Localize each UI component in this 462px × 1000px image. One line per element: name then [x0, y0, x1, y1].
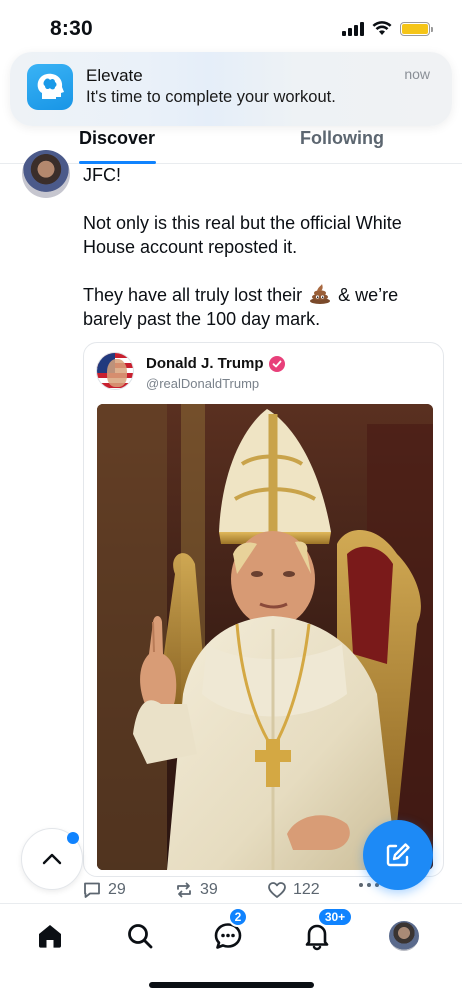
status-icons — [342, 21, 433, 36]
heart-icon — [268, 882, 286, 898]
battery-icon — [400, 21, 433, 36]
post-body: JFC! Not only is this real but the offic… — [83, 163, 443, 355]
post-paragraph: JFC! — [83, 165, 121, 185]
notifications-unread-badge: 30+ — [317, 907, 353, 927]
notification-time: now — [404, 66, 430, 82]
feed-tabs: Discover Following — [0, 126, 462, 164]
reply-icon — [84, 882, 100, 898]
post-text-fragment: They have all truly lost their — [83, 285, 303, 305]
pope-portrait-illustration — [97, 404, 433, 870]
home-icon — [39, 925, 61, 948]
push-notification[interactable]: Elevate It's time to complete your worko… — [10, 52, 452, 126]
nav-profile-avatar[interactable] — [389, 921, 419, 951]
reply-count: 29 — [108, 881, 126, 898]
like-count: 122 — [293, 881, 320, 898]
chat-unread-badge: 2 — [228, 907, 248, 927]
notification-app-name: Elevate — [86, 66, 143, 85]
post-action-bar: 29 39 122 — [82, 880, 402, 904]
like-button[interactable]: 122 — [267, 880, 320, 900]
chevron-up-icon — [42, 853, 62, 865]
wifi-icon — [372, 21, 392, 35]
cellular-signal-icon — [342, 21, 364, 36]
embedded-author-name-row: Donald J. Trump — [146, 355, 285, 372]
poop-emoji-icon — [310, 284, 331, 304]
embedded-post-image[interactable] — [97, 404, 433, 870]
status-bar: 8:30 — [0, 0, 462, 60]
brain-head-icon — [37, 73, 64, 99]
embedded-author-name: Donald J. Trump — [146, 355, 264, 372]
embedded-author-handle: @realDonaldTrump — [146, 376, 260, 391]
home-indicator[interactable] — [149, 982, 314, 988]
embedded-author-avatar[interactable] — [96, 352, 134, 390]
new-posts-dot — [67, 832, 79, 844]
nav-search[interactable] — [124, 920, 156, 952]
post-paragraph-with-emoji: They have all truly lost their & we’re b… — [83, 283, 443, 331]
repost-button[interactable]: 39 — [174, 880, 218, 900]
nav-home[interactable] — [34, 920, 66, 952]
elevate-app-icon — [27, 64, 73, 110]
post-paragraph: Not only is this real but the official W… — [83, 213, 402, 257]
repost-icon — [177, 882, 191, 898]
reply-button[interactable]: 29 — [82, 880, 126, 900]
tab-following[interactable]: Following — [300, 128, 384, 149]
scroll-to-top-button[interactable] — [21, 828, 83, 890]
status-time: 8:30 — [50, 17, 93, 40]
app-screen: 8:30 Elevate It's time to complete your … — [0, 0, 462, 1000]
compose-post-button[interactable] — [363, 820, 433, 890]
compose-pencil-icon — [386, 843, 410, 867]
repost-count: 39 — [200, 881, 218, 898]
search-icon — [128, 924, 153, 949]
embedded-post-card[interactable]: Donald J. Trump @realDonaldTrump — [83, 342, 444, 877]
verified-badge-icon — [268, 355, 285, 372]
tab-discover[interactable]: Discover — [79, 128, 155, 149]
notification-message: It's time to complete your workout. — [86, 88, 336, 106]
post-author-avatar[interactable] — [22, 150, 70, 198]
